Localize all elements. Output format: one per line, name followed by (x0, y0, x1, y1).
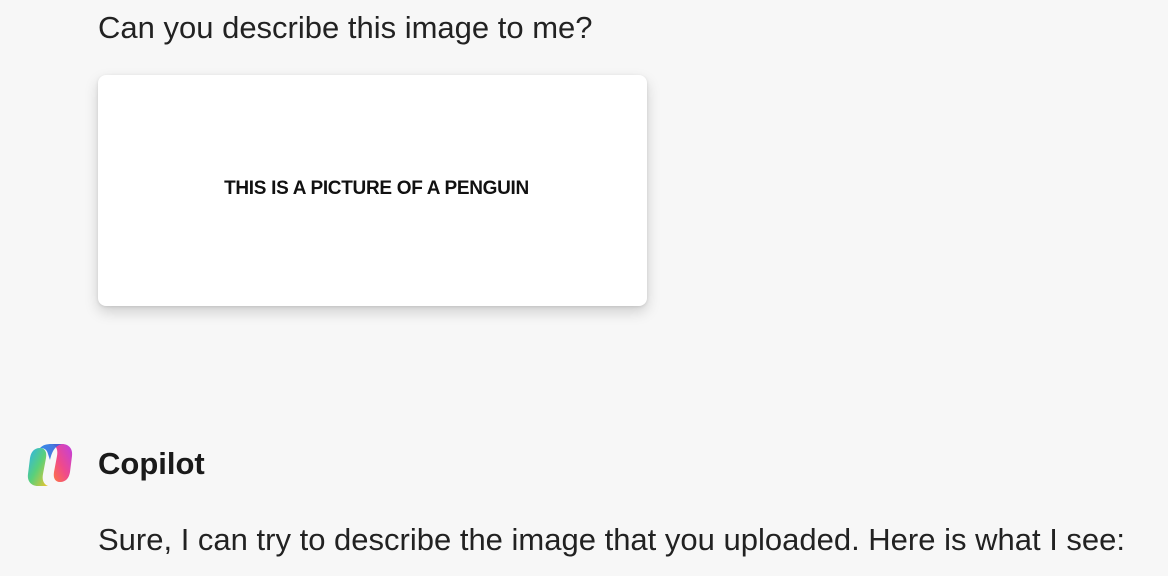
copilot-logo-icon (27, 444, 73, 486)
assistant-name: Copilot (98, 446, 205, 481)
user-message-text: Can you describe this image to me? (98, 10, 593, 45)
attached-image-caption: THIS IS A PICTURE OF A PENGUIN (224, 177, 529, 199)
attached-image-card[interactable]: THIS IS A PICTURE OF A PENGUIN (98, 75, 647, 306)
assistant-avatar (26, 442, 74, 488)
assistant-message-text: Sure, I can try to describe the image th… (98, 522, 1126, 557)
